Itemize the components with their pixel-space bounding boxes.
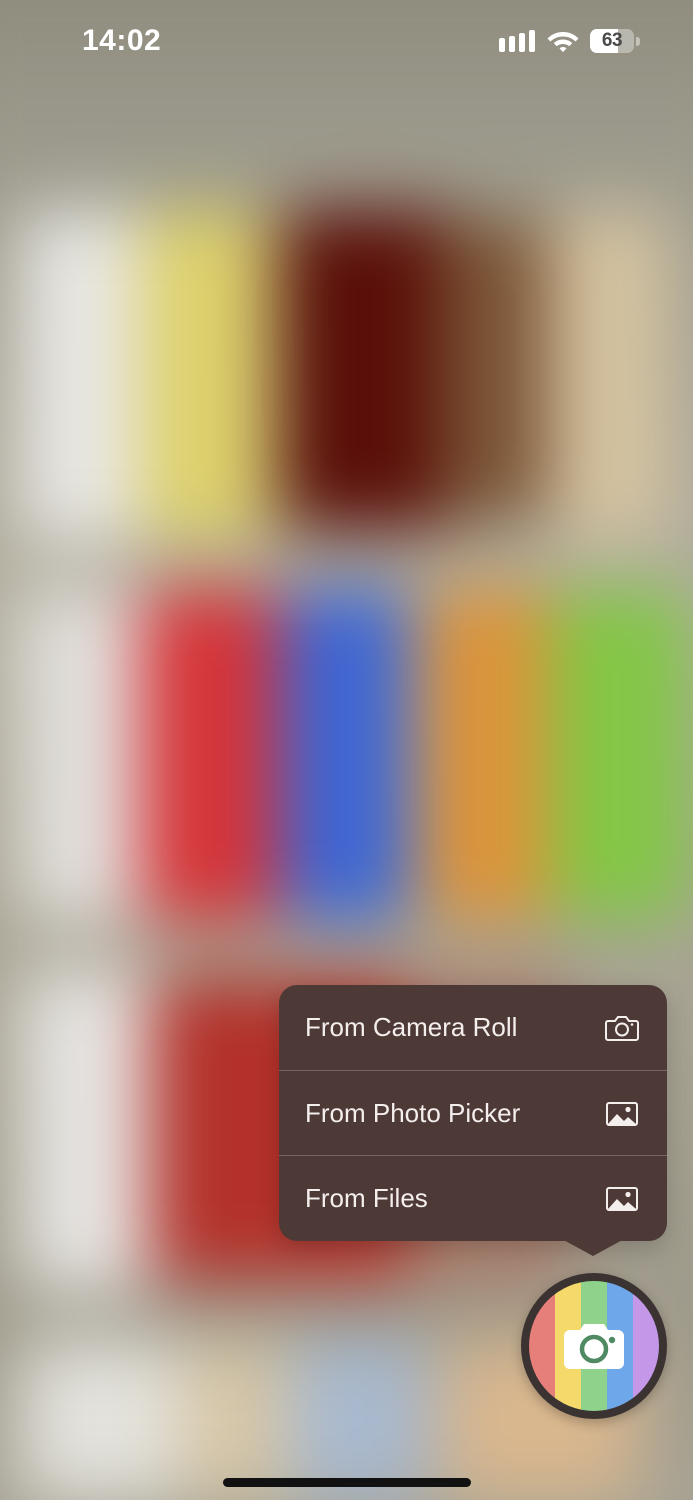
home-indicator[interactable] (223, 1478, 471, 1487)
battery-cap (636, 37, 640, 46)
camera-button[interactable] (521, 1273, 667, 1419)
battery-level: 63 (601, 30, 623, 51)
photo-icon (606, 1186, 638, 1211)
menu-item-label: From Camera Roll (305, 1012, 518, 1042)
menu-item-label: From Photo Picker (305, 1098, 521, 1128)
menu-item-label: From Files (305, 1183, 428, 1213)
image-source-menu: From Camera Roll From Photo Picker From … (279, 985, 667, 1241)
battery-icon: 63 (590, 29, 634, 53)
menu-pointer (560, 1238, 626, 1256)
camera-icon (564, 1324, 624, 1369)
status-bar: 14:02 63 (0, 0, 693, 84)
camera-icon (605, 1015, 639, 1041)
menu-item-photo-picker[interactable]: From Photo Picker (279, 1071, 667, 1156)
menu-item-files[interactable]: From Files (279, 1156, 667, 1241)
photo-icon (606, 1101, 638, 1126)
cellular-signal-icon (499, 30, 535, 52)
status-time: 14:02 (82, 24, 162, 57)
wifi-icon (547, 32, 579, 52)
menu-item-camera-roll[interactable]: From Camera Roll (279, 985, 667, 1070)
